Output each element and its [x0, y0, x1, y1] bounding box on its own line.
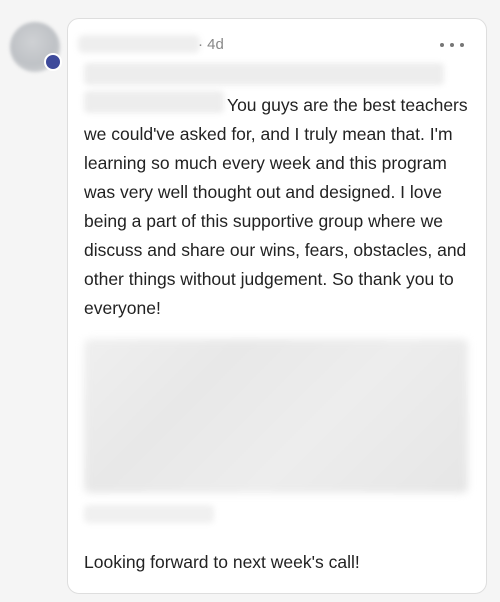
- more-horizontal-icon[interactable]: [440, 37, 464, 53]
- post-body-text: You guys are the best teachers we could'…: [84, 95, 468, 318]
- post-body: You guys are the best teachers we could'…: [84, 91, 480, 323]
- avatar-badge: [44, 53, 62, 71]
- redacted-content-block: [84, 339, 468, 493]
- redacted-text-line: [84, 505, 214, 523]
- post-closing-text: Looking forward to next week's call!: [84, 552, 360, 572]
- post-card: · 4d You guys are the best teachers we c…: [67, 18, 487, 594]
- post-view: · 4d You guys are the best teachers we c…: [0, 0, 500, 602]
- author-name-redacted[interactable]: [78, 35, 200, 53]
- post-timestamp: · 4d: [198, 36, 224, 53]
- redacted-text-line: [84, 63, 444, 85]
